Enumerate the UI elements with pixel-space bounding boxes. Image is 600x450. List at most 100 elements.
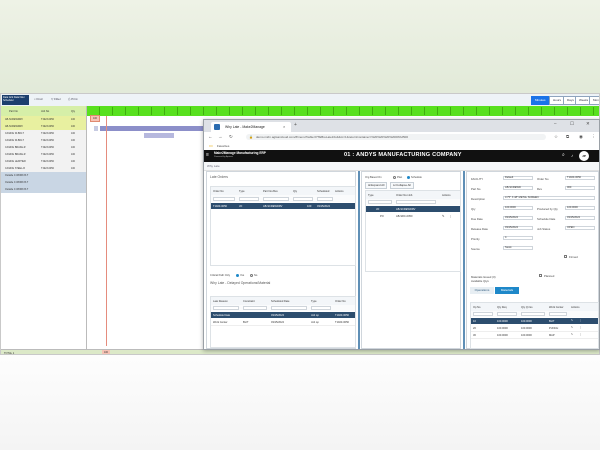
edit-icon[interactable]: ✎ xyxy=(571,319,573,322)
planned-checkbox[interactable] xyxy=(539,274,542,277)
job-grid-row[interactable]: CASING W-BOLT T1923-0050 100 xyxy=(1,130,86,137)
wc-filter-input[interactable] xyxy=(549,312,567,316)
view-minutes-button[interactable]: Minutes xyxy=(531,96,550,105)
tree-order-filter[interactable] xyxy=(396,200,436,204)
job-grid-row[interactable]: Outside C WORK B-T xyxy=(1,172,86,179)
constraint-filter-input[interactable] xyxy=(243,306,267,310)
detail-field-value[interactable]: 03/15/2024 xyxy=(503,216,533,220)
detail-field-value[interactable]: AB-SCREWD xyxy=(503,186,533,190)
sched-filter-input[interactable] xyxy=(317,196,333,201)
splitter[interactable] xyxy=(463,171,465,349)
table-row[interactable]: Schedule Date 03/15/2024 Job op T1923-00… xyxy=(211,312,355,318)
schedule-radio[interactable] xyxy=(407,176,410,179)
detail-field-value[interactable]: 3.75" X 48" METAL SCREEN xyxy=(503,196,595,200)
table-row[interactable]: Work Center BLIT 03/15/2024 Job op T1923… xyxy=(211,319,355,326)
detail-field-value[interactable]: 03/15/2024 xyxy=(503,226,533,230)
collapse-all-button[interactable]: ⊟ Collapse All xyxy=(390,182,414,189)
materials-cell: BLIT xyxy=(549,319,555,323)
url-field[interactable]: 🔒 demo.m2m.agtsanctoud.com/#/menu?table=… xyxy=(246,134,546,140)
reload-icon[interactable]: ↻ xyxy=(229,134,233,140)
timeline-tick xyxy=(164,107,165,115)
close-tab-icon[interactable]: × xyxy=(283,124,285,129)
table-row[interactable]: 30 100.0000 100.0000 MAP ✎ ⋮ xyxy=(471,332,598,339)
detail-field-value[interactable]: 4 xyxy=(503,236,533,240)
edit-icon[interactable]: ✎ xyxy=(571,326,573,329)
new-tab-icon[interactable]: + xyxy=(294,122,297,128)
extensions-icon[interactable]: ⧉ xyxy=(566,134,569,139)
timeline-tick xyxy=(476,107,477,115)
table-row[interactable]: 20 100.0000 100.0000 PUNCH ✎ ⋮ xyxy=(471,325,598,332)
detail-field-value[interactable]: 03/15/2024 xyxy=(565,216,595,220)
firmed-checkbox[interactable] xyxy=(564,255,567,258)
detail-field-value[interactable]: T1923-0050 xyxy=(565,176,595,180)
job-grid-row[interactable]: CASING BRAKE-R T1923-0050 100 xyxy=(1,151,86,158)
detail-field-value[interactable]: 100.0000 xyxy=(565,206,595,210)
detail-field-value[interactable]: Default xyxy=(503,176,533,180)
filter-button[interactable]: ▽ Filter xyxy=(51,97,61,101)
table-row[interactable]: JO AB-SCREWDRV xyxy=(366,206,460,212)
more-icon[interactable]: ⋮ xyxy=(579,333,582,336)
job-grid-row[interactable]: CASING LEATHER T1923-0050 100 xyxy=(1,158,86,165)
type-filter-input[interactable] xyxy=(311,306,331,310)
view-months-button[interactable]: Months xyxy=(589,96,599,105)
user-avatar[interactable]: JP xyxy=(579,151,589,161)
forward-icon[interactable]: → xyxy=(218,134,223,139)
search-icon[interactable]: ⌕ xyxy=(562,152,565,158)
star-icon[interactable]: ☆ xyxy=(554,134,558,140)
critical-no-radio[interactable] xyxy=(250,274,253,277)
gantt-bar[interactable] xyxy=(100,126,205,131)
table-row[interactable]: PO AB-SRC-0050 ✎ ⋮ xyxy=(366,213,460,219)
notification-icon[interactable]: ♪ xyxy=(571,153,573,158)
job-grid-row[interactable]: CASING STEEL-R T1923-0050 100 xyxy=(1,165,86,172)
minimize-icon[interactable]: – xyxy=(554,121,557,126)
close-window-icon[interactable]: ✕ xyxy=(586,121,590,127)
gantt-bar[interactable] xyxy=(94,126,98,131)
browser-tab[interactable]: Why Late - Make2Manage × xyxy=(211,122,291,132)
date-filter-input[interactable] xyxy=(271,306,307,310)
edit-icon[interactable]: ✎ xyxy=(442,214,445,218)
part-filter-input[interactable] xyxy=(263,196,289,201)
iss-filter-input[interactable] xyxy=(521,312,545,316)
job-grid-row[interactable]: AB-SCREWDRV T1923-0050 100 xyxy=(1,116,86,123)
timeline-tick xyxy=(138,107,139,115)
splitter[interactable] xyxy=(358,171,360,349)
job-grid-row[interactable]: Outside C WORK B-T xyxy=(1,179,86,186)
job-grid-row[interactable]: AB-SCREWDRV T1923-0050 100 xyxy=(1,123,86,130)
tree-type-filter[interactable] xyxy=(368,200,392,204)
print-button[interactable]: ⎙ Print xyxy=(68,97,77,101)
table-row[interactable]: T1923-0050 JO AB-SCREWDRV 100 03/15/2024 xyxy=(211,203,355,209)
expand-all-button[interactable]: ⊞ Expand All xyxy=(365,182,388,189)
tab-materials[interactable]: Materials xyxy=(495,287,519,294)
detail-field-value[interactable]: OPEN xyxy=(565,226,595,230)
job-grid-row[interactable]: CASING W-BOLT T1923-0050 100 xyxy=(1,137,86,144)
op-filter-input[interactable] xyxy=(473,312,493,316)
critical-yes-radio[interactable] xyxy=(236,274,239,277)
detail-field-value[interactable]: 100.0000 xyxy=(503,206,533,210)
more-icon[interactable]: ⋮ xyxy=(579,319,582,322)
bookmark-favorites[interactable]: Favorites xyxy=(217,144,229,148)
menu-icon[interactable]: ⋮ xyxy=(591,134,596,140)
back-icon[interactable]: ← xyxy=(208,134,213,139)
table-row[interactable]: 10 100.0000 100.0000 BLIT ✎ ⋮ xyxy=(471,318,598,324)
job-grid-row[interactable]: CASING BRAKE-R T1923-0050 100 xyxy=(1,144,86,151)
type-filter-input[interactable] xyxy=(239,196,259,201)
hamburger-menu-icon[interactable]: ≡ xyxy=(206,152,209,158)
req-filter-input[interactable] xyxy=(497,312,517,316)
detail-field-value[interactable]: Stock xyxy=(503,246,533,250)
gantt-bar[interactable] xyxy=(144,133,174,138)
order-detail-panel: FACILITY Default Part No AB-SCREWD Descripti… xyxy=(466,171,599,349)
breadcrumb[interactable]: Why Late xyxy=(207,164,220,168)
qty-filter-input[interactable] xyxy=(293,196,313,201)
more-icon[interactable]: ⋮ xyxy=(579,326,582,329)
more-icon[interactable]: ⋮ xyxy=(449,214,452,218)
order-filter-input[interactable] xyxy=(213,196,235,201)
detail-field-value[interactable]: 000 xyxy=(565,186,595,190)
edit-icon[interactable]: ✎ xyxy=(571,333,573,336)
plan-radio[interactable] xyxy=(393,176,396,179)
reason-filter-input[interactable] xyxy=(213,306,239,310)
profile-icon[interactable]: ◉ xyxy=(579,134,583,140)
find-button[interactable]: ⌕ Find xyxy=(34,97,42,101)
tab-operations[interactable]: Operations xyxy=(470,287,494,294)
job-grid-row[interactable]: Outside C WORK B-T xyxy=(1,186,86,193)
maximize-icon[interactable]: ☐ xyxy=(570,121,574,127)
